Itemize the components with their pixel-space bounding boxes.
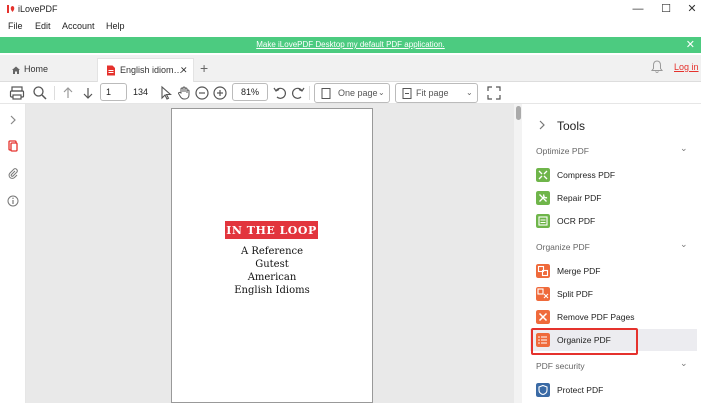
remove-pages-icon (536, 310, 550, 324)
tab-home-label: Home (24, 64, 49, 74)
info-icon[interactable] (7, 195, 19, 207)
tool-repair-pdf[interactable]: Repair PDF (536, 191, 686, 207)
search-icon[interactable] (32, 85, 48, 101)
cover-line: American (247, 272, 297, 283)
tool-label: Remove PDF Pages (557, 312, 635, 322)
tool-label: OCR PDF (557, 216, 596, 226)
vertical-scrollbar[interactable] (514, 104, 522, 403)
menu-help[interactable]: Help (106, 21, 125, 31)
section-pdf-security[interactable]: PDF security (536, 361, 585, 371)
merge-icon (536, 264, 550, 278)
home-icon (12, 66, 20, 74)
fit-mode-dropdown[interactable]: Fit page ⌄ (395, 83, 478, 103)
chevron-down-icon[interactable]: ⌄ (680, 143, 688, 154)
tab-document[interactable]: English idiom… ✕ (97, 58, 194, 82)
tool-label: Compress PDF (557, 170, 616, 180)
fit-mode-label: Fit page (416, 88, 449, 98)
page-number-input[interactable]: 1 (100, 83, 127, 101)
arrow-down-icon[interactable] (80, 85, 96, 101)
chevron-down-icon[interactable]: ⌄ (680, 358, 688, 369)
tool-split-pdf[interactable]: Split PDF (536, 287, 686, 303)
tools-title: Tools (557, 119, 586, 133)
fit-page-icon (402, 88, 412, 99)
cover-line: A Reference (240, 246, 304, 257)
hand-tool-icon[interactable] (176, 85, 192, 101)
cursor-select-icon[interactable] (158, 85, 174, 101)
chevron-down-icon: ⌄ (466, 88, 473, 97)
zoom-in-icon[interactable] (212, 85, 228, 101)
zoom-out-icon[interactable] (194, 85, 210, 101)
paperclip-icon[interactable] (7, 167, 19, 179)
tool-protect-pdf[interactable]: Protect PDF (536, 383, 686, 399)
section-optimize-pdf[interactable]: Optimize PDF (536, 146, 589, 156)
menu-account[interactable]: Account (62, 21, 95, 31)
view-mode-label: One page (338, 88, 378, 98)
compress-icon (536, 168, 550, 182)
tool-label: Repair PDF (557, 193, 602, 203)
tab-close-button[interactable]: ✕ (180, 65, 188, 76)
close-window-button[interactable]: ✕ (680, 2, 701, 16)
split-icon (536, 287, 550, 301)
section-organize-pdf[interactable]: Organize PDF (536, 242, 590, 252)
tab-bar: Home English idiom… ✕ + (0, 55, 701, 82)
default-app-link[interactable]: Make iLovePDF Desktop my default PDF app… (0, 40, 701, 49)
bell-icon[interactable] (651, 60, 663, 74)
chevron-right-icon[interactable] (536, 119, 548, 131)
rotate-left-icon[interactable] (272, 85, 288, 101)
banner-close-button[interactable]: ✕ (686, 38, 695, 51)
chevron-down-icon: ⌄ (378, 88, 385, 97)
menu-bar: File Edit Account Help (0, 18, 701, 36)
arrow-up-icon[interactable] (60, 85, 76, 101)
default-app-banner: Make iLovePDF Desktop my default PDF app… (0, 37, 701, 53)
view-mode-dropdown[interactable]: One page ⌄ (314, 83, 390, 103)
highlight-box (531, 328, 638, 355)
cover-line: English Idioms (234, 285, 310, 296)
page-count: 134 (133, 87, 149, 97)
rotate-right-icon[interactable] (290, 85, 306, 101)
pdf-file-icon (107, 65, 115, 76)
ilovepdf-logo-icon (7, 5, 15, 13)
tab-document-label: English idiom… (120, 65, 183, 75)
chevron-down-icon[interactable]: ⌄ (680, 239, 688, 250)
cover-line: Gutest (255, 259, 289, 270)
tool-label: Merge PDF (557, 266, 601, 276)
login-link[interactable]: Log in (674, 62, 699, 72)
toolbar-divider (54, 86, 55, 100)
fullscreen-icon[interactable] (486, 85, 502, 101)
scrollbar-thumb[interactable] (516, 106, 521, 120)
ocr-icon (536, 214, 550, 228)
tool-label: Split PDF (557, 289, 593, 299)
maximize-button[interactable]: ☐ (654, 2, 678, 16)
title-bar: iLovePDF — ☐ ✕ (0, 0, 701, 18)
repair-icon (536, 191, 550, 205)
tool-label: Protect PDF (557, 385, 604, 395)
tab-home[interactable]: Home (6, 58, 94, 82)
cover-title-banner: IN THE LOOP (225, 221, 318, 239)
pages-icon[interactable] (7, 140, 19, 152)
toolbar-divider (309, 86, 310, 100)
print-icon[interactable] (9, 85, 25, 101)
single-page-icon (321, 88, 331, 99)
tool-ocr-pdf[interactable]: OCR PDF (536, 214, 686, 230)
chevron-right-icon[interactable] (7, 114, 19, 126)
menu-edit[interactable]: Edit (35, 21, 51, 31)
tool-remove-pdf-pages[interactable]: Remove PDF Pages (536, 310, 686, 326)
menu-file[interactable]: File (8, 21, 23, 31)
cover-title: IN THE LOOP (226, 224, 317, 237)
new-tab-button[interactable]: + (200, 60, 208, 76)
viewer-toolbar: 1 134 81% One page ⌄ Fit page ⌄ (0, 82, 701, 104)
zoom-level-input[interactable]: 81% (232, 83, 268, 101)
window-title: iLovePDF (18, 4, 58, 14)
app-window: iLovePDF — ☐ ✕ File Edit Account Help Ma… (0, 0, 701, 403)
tool-merge-pdf[interactable]: Merge PDF (536, 264, 686, 280)
minimize-button[interactable]: — (626, 2, 650, 16)
tool-compress-pdf[interactable]: Compress PDF (536, 168, 686, 184)
shield-icon (536, 383, 550, 397)
